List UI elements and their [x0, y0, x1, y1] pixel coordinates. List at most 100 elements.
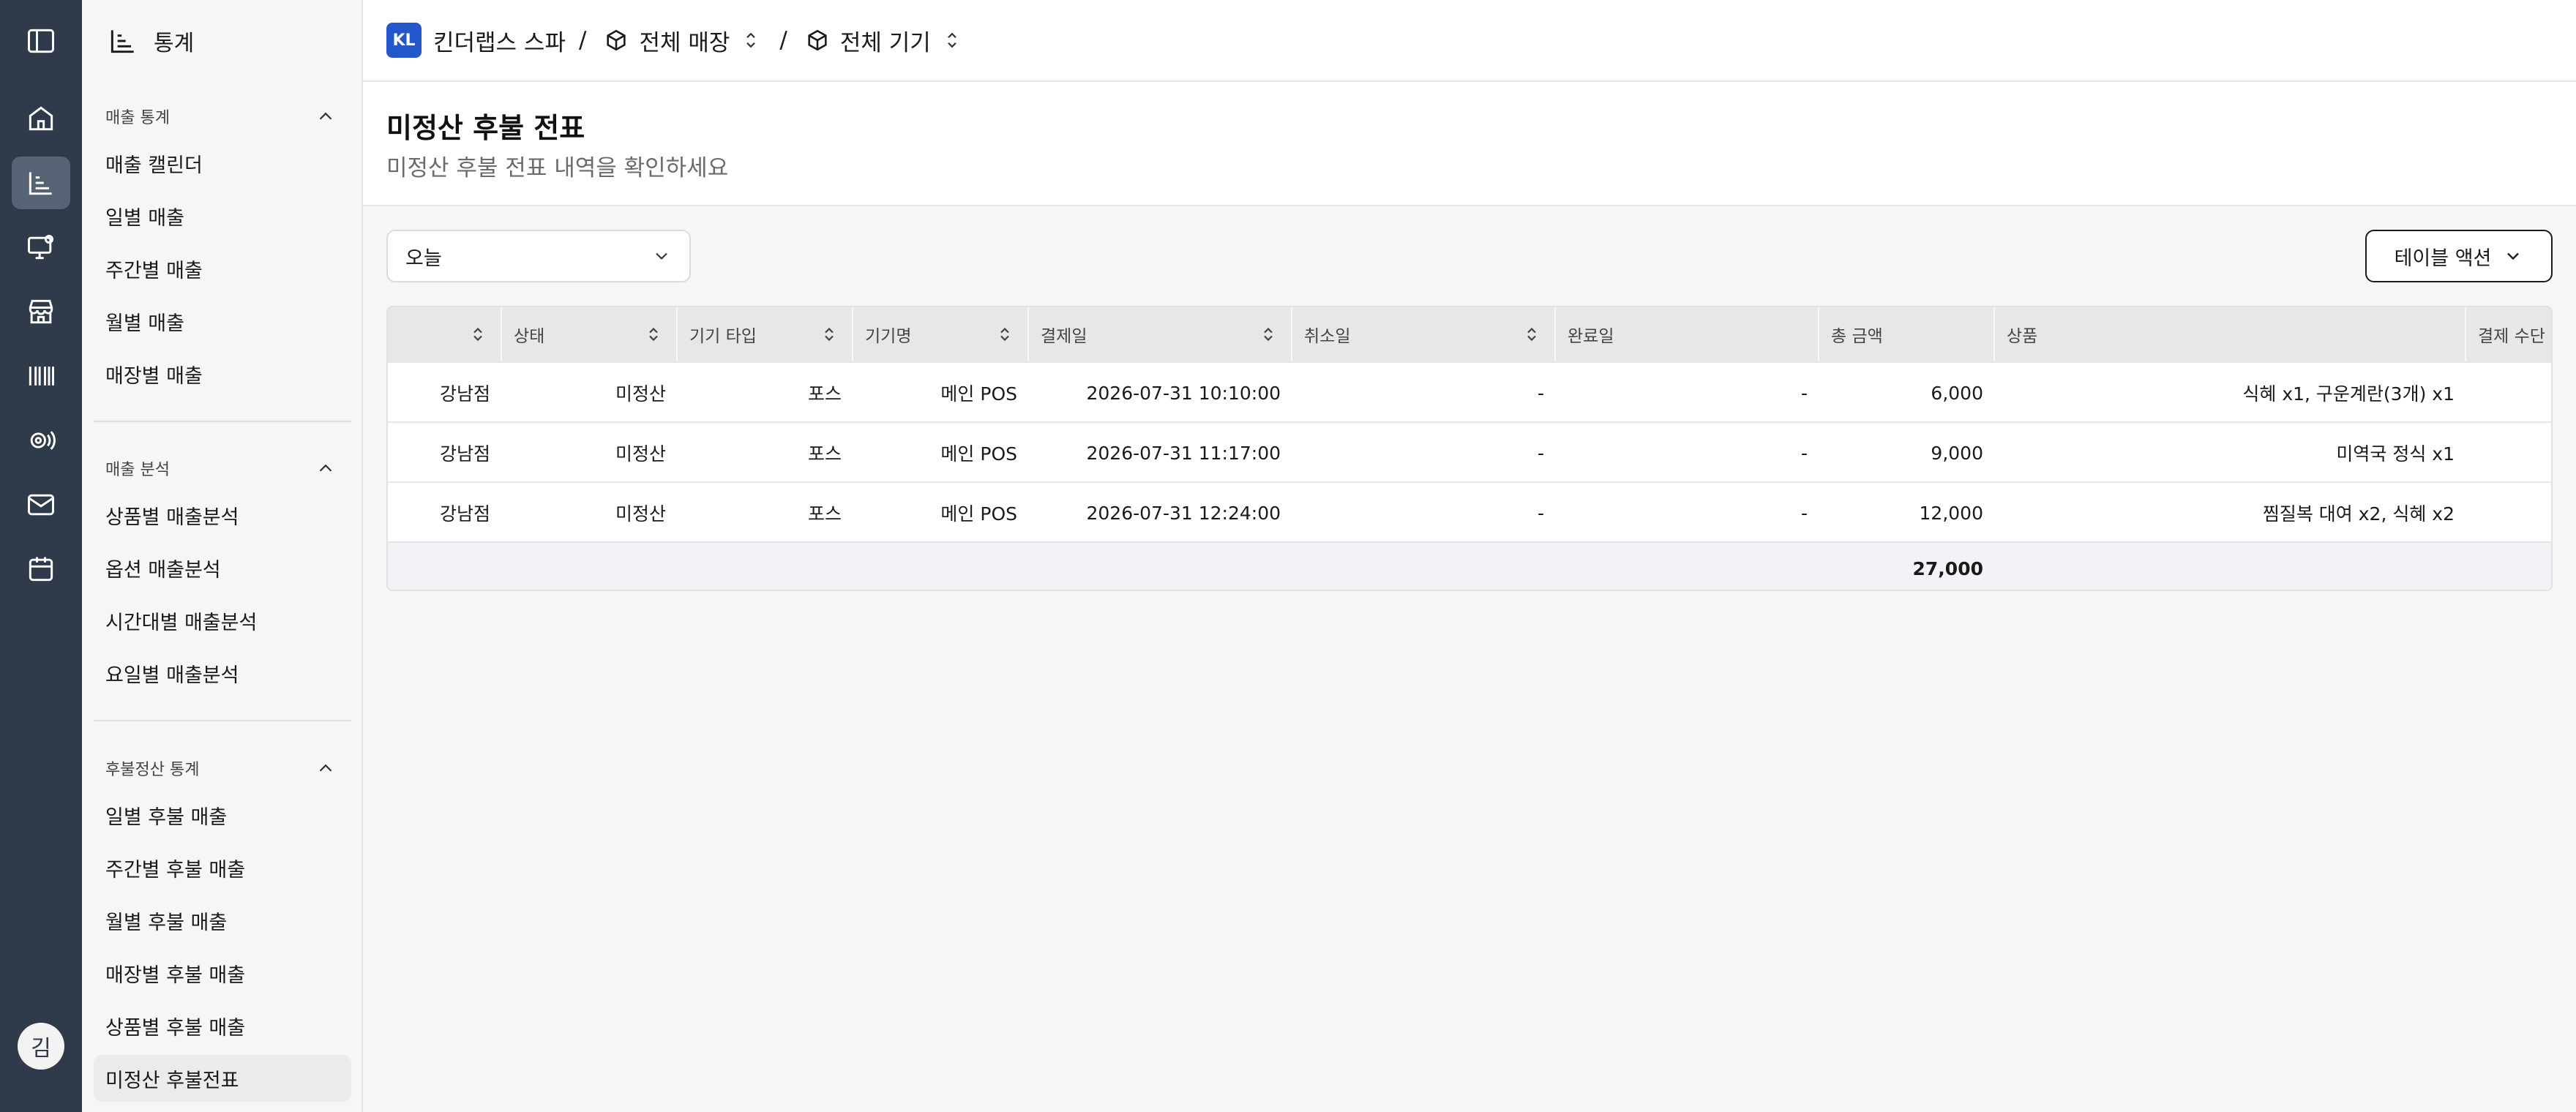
store-selector[interactable]: 전체 매장 — [604, 24, 762, 57]
nav-home-button[interactable] — [12, 92, 70, 145]
column-header-label: 기기 타입 — [689, 327, 757, 346]
sidebar-item-label: 상품별 후불 매출 — [105, 1016, 246, 1040]
sidebar-item-label: 월별 매출 — [105, 312, 184, 335]
sidebar-item-label: 주간별 매출 — [105, 259, 203, 282]
user-avatar[interactable]: 김 — [18, 1023, 64, 1070]
mail-icon — [28, 494, 54, 516]
column-header-device-name[interactable]: 기기명 — [853, 307, 1029, 361]
nav-barcode-button[interactable] — [12, 350, 70, 402]
sidebar-item-daily-deferred[interactable]: 일별 후불 매출 — [94, 792, 351, 838]
table-total-row: 27,000 — [388, 541, 2551, 590]
sidebar-item-store-deferred[interactable]: 매장별 후불 매출 — [94, 950, 351, 996]
column-header-cancel-date[interactable]: 취소일 — [1292, 307, 1556, 361]
nav-mail-button[interactable] — [12, 478, 70, 531]
device-selector[interactable]: 전체 기기 — [805, 24, 963, 57]
column-header-label: 결제일 — [1041, 327, 1087, 346]
sidebar-item-option-analysis[interactable]: 옵션 매출분석 — [94, 544, 351, 591]
org-badge: KL — [386, 23, 422, 58]
section-deferred-stats-header[interactable]: 후불정산 통계 — [105, 754, 340, 783]
table-row[interactable]: 강남점 미정산 포스 메인 POS 2026-07-31 12:24:00 - … — [388, 481, 2551, 541]
calendar-icon — [29, 557, 53, 582]
column-header-payment-date[interactable]: 결제일 — [1029, 307, 1292, 361]
breadcrumb-separator: / — [578, 27, 587, 53]
cell-device-type: 포스 — [807, 383, 842, 405]
nav-calendar-button[interactable] — [12, 543, 70, 596]
sidebar-item-store-sales[interactable]: 매장별 매출 — [94, 350, 351, 397]
sidebar-divider — [94, 720, 351, 721]
sidebar-divider — [94, 421, 351, 422]
section-sales-analysis-header[interactable]: 매출 분석 — [105, 454, 340, 483]
sidebar-item-product-analysis[interactable]: 상품별 매출분석 — [94, 492, 351, 538]
sort-icon — [825, 327, 834, 342]
sidebar-item-label: 시간대별 매출분석 — [105, 611, 258, 634]
org-name[interactable]: 킨더랩스 스파 — [433, 24, 566, 57]
cell-payment-date: 2026-07-31 12:24:00 — [1086, 502, 1281, 524]
cell-status: 미정산 — [615, 443, 666, 465]
column-header-device-type[interactable]: 기기 타입 — [678, 307, 853, 361]
date-filter-value: 오늘 — [405, 247, 442, 270]
sidebar-item-weekday-analysis[interactable]: 요일별 매출분석 — [94, 650, 351, 696]
cube-icon — [607, 29, 626, 51]
chevron-up-icon — [319, 764, 332, 772]
nav-broadcast-button[interactable] — [12, 414, 70, 467]
cell-total-amount: 6,000 — [1931, 382, 1983, 404]
cell-device-name: 메인 POS — [940, 443, 1017, 465]
sort-icon — [1527, 327, 1536, 342]
sidebar-toggle-icon — [28, 29, 54, 53]
cell-products: 미역국 정식 x1 — [2336, 443, 2455, 465]
sidebar-item-daily-sales[interactable]: 일별 매출 — [94, 192, 351, 239]
sidebar-item-label: 옵션 매출분석 — [105, 558, 221, 582]
sidebar-item-weekly-deferred[interactable]: 주간별 후불 매출 — [94, 844, 351, 891]
sort-icon — [649, 327, 658, 342]
unsettled-slips-table: 상태 기기 타입 기기명 결제일 취소일 완료일 총 금액 상품 결제 수단 강… — [386, 306, 2553, 591]
total-amount: 27,000 — [1912, 557, 1983, 579]
monitor-settings-icon — [28, 234, 54, 260]
chevron-down-icon — [656, 252, 667, 260]
sort-icon — [1000, 327, 1009, 342]
sidebar-item-hourly-analysis[interactable]: 시간대별 매출분석 — [94, 597, 351, 644]
sidebar-item-unsettled-slips[interactable]: 미정산 후불전표 — [94, 1055, 351, 1102]
column-header-complete-date[interactable]: 완료일 — [1556, 307, 1819, 361]
cell-complete-date: - — [1800, 442, 1808, 464]
nav-device-settings-button[interactable] — [12, 221, 70, 274]
date-filter-select[interactable]: 오늘 — [386, 230, 691, 282]
sidebar-toggle-button[interactable] — [12, 15, 70, 67]
sidebar-item-product-deferred[interactable]: 상품별 후불 매출 — [94, 1002, 351, 1049]
cell-payment-date: 2026-07-31 10:10:00 — [1086, 382, 1281, 404]
cell-products: 식혜 x1, 구운계란(3개) x1 — [2242, 383, 2455, 405]
section-sales-stats-header[interactable]: 매출 통계 — [105, 102, 340, 131]
nav-store-button[interactable] — [12, 285, 70, 338]
chevron-up-down-icon — [947, 32, 956, 48]
sidebar-item-label: 매출 캘린더 — [105, 154, 203, 177]
chevron-up-down-icon — [746, 32, 756, 48]
sidebar-item-label: 매장별 후불 매출 — [105, 963, 246, 987]
column-header-status[interactable]: 상태 — [502, 307, 678, 361]
sidebar-item-weekly-sales[interactable]: 주간별 매출 — [94, 245, 351, 292]
cube-icon — [808, 29, 827, 51]
column-header-label: 상품 — [2007, 327, 2038, 346]
sidebar-item-label: 미정산 후불전표 — [105, 1069, 239, 1092]
column-header-total-amount[interactable]: 총 금액 — [1819, 307, 1995, 361]
nav-statistics-button[interactable] — [12, 157, 70, 209]
section-label: 매출 분석 — [105, 461, 170, 479]
column-header-store[interactable] — [388, 307, 502, 361]
table-row[interactable]: 강남점 미정산 포스 메인 POS 2026-07-31 10:10:00 - … — [388, 361, 2551, 421]
column-header-label: 기기명 — [865, 327, 912, 346]
home-icon — [29, 106, 53, 131]
sidebar-item-label: 월별 후불 매출 — [105, 911, 228, 934]
broadcast-icon — [30, 431, 56, 450]
sidebar-item-label: 매장별 매출 — [105, 364, 203, 388]
sidebar-item-monthly-sales[interactable]: 월별 매출 — [94, 298, 351, 345]
cell-device-name: 메인 POS — [940, 503, 1017, 525]
cell-cancel-date: - — [1537, 502, 1544, 524]
column-header-payment-method[interactable]: 결제 수단 — [2466, 307, 2551, 361]
column-header-products[interactable]: 상품 — [1995, 307, 2466, 361]
sidebar-item-monthly-deferred[interactable]: 월별 후불 매출 — [94, 897, 351, 944]
cell-cancel-date: - — [1537, 382, 1544, 404]
table-row[interactable]: 강남점 미정산 포스 메인 POS 2026-07-31 11:17:00 - … — [388, 421, 2551, 481]
cell-store: 강남점 — [439, 383, 490, 405]
section-label: 매출 통계 — [105, 109, 170, 127]
icon-rail: 김 — [0, 0, 82, 1112]
sidebar-item-sales-calendar[interactable]: 매출 캘린더 — [94, 140, 351, 187]
table-action-button[interactable]: 테이블 액션 — [2365, 230, 2553, 282]
